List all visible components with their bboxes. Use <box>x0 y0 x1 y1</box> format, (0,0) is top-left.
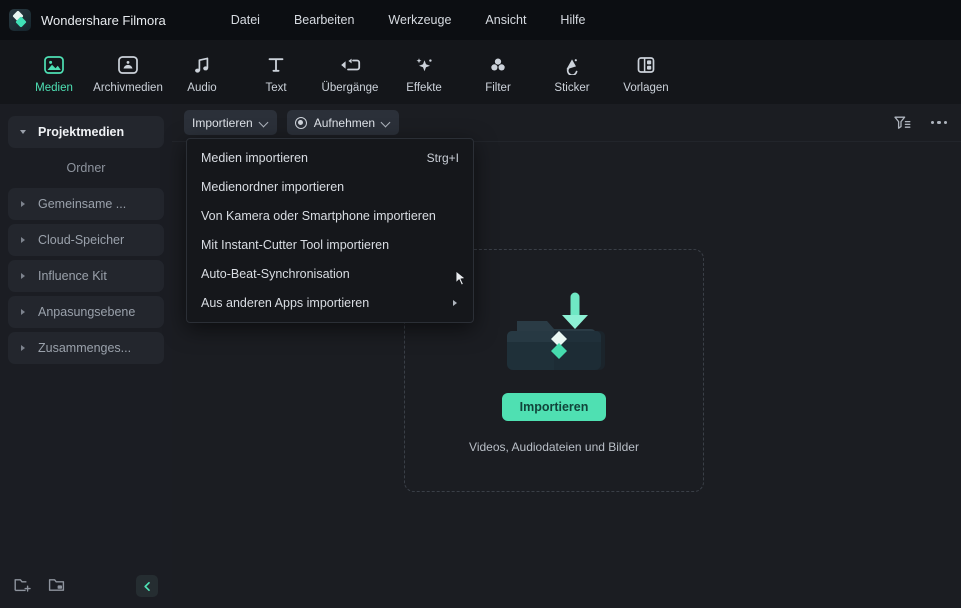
menu-item-label: Medienordner importieren <box>201 180 345 194</box>
chevron-down-icon <box>260 118 269 127</box>
media-icon <box>41 53 67 77</box>
toolbar-tab-label: Medien <box>35 82 73 94</box>
menu-item-shortcut: Strg+I <box>426 151 459 165</box>
filter-circles-icon <box>485 53 511 77</box>
toolbar-tab-label: Übergänge <box>321 82 379 94</box>
menu-ansicht[interactable]: Ansicht <box>468 9 543 31</box>
media-toolbar-right <box>893 115 947 130</box>
sidebar-item-gemeinsame[interactable]: Gemeinsame ... <box>8 188 164 220</box>
import-dropdown-menu: Medien importieren Strg+I Medienordner i… <box>186 138 474 323</box>
menu-item-medienordner-importieren[interactable]: Medienordner importieren <box>187 175 473 199</box>
app-title: Wondershare Filmora <box>41 12 166 28</box>
toolbar-tab-label: Sticker <box>554 82 590 94</box>
sidebar-item-label: Cloud-Speicher <box>38 233 125 247</box>
toolbar-tab-uebergaenge[interactable]: Übergänge <box>318 50 382 94</box>
sidebar-item-projektmedien[interactable]: Projektmedien <box>8 116 164 148</box>
menu-bearbeiten[interactable]: Bearbeiten <box>277 9 371 31</box>
sidebar-item-anpasungsebene[interactable]: Anpasungsebene <box>8 296 164 328</box>
record-dropdown-button[interactable]: Aufnehmen <box>286 110 400 135</box>
sidebar: Projektmedien Ordner Gemeinsame ... Clou… <box>0 104 172 608</box>
menu-item-medien-importieren[interactable]: Medien importieren Strg+I <box>187 146 473 170</box>
import-button-label: Importieren <box>192 115 253 130</box>
import-folder-icon <box>499 287 609 387</box>
menu-bar: Datei Bearbeiten Werkzeuge Ansicht Hilfe <box>214 9 603 31</box>
menu-item-instant-cutter[interactable]: Mit Instant-Cutter Tool importieren <box>187 233 473 257</box>
menu-item-von-kamera-importieren[interactable]: Von Kamera oder Smartphone importieren <box>187 204 473 228</box>
toolbar-tab-label: Filter <box>485 82 511 94</box>
toolbar-tab-label: Vorlagen <box>623 82 669 94</box>
media-panel-toolbar: Importieren Aufnehmen <box>172 104 961 142</box>
toolbar-tab-text[interactable]: Text <box>244 50 308 94</box>
sidebar-item-label: Gemeinsame ... <box>38 197 127 211</box>
title-bar: Wondershare Filmora Datei Bearbeiten Wer… <box>0 0 961 40</box>
toolbar-tab-label: Effekte <box>406 82 442 94</box>
filter-sort-icon[interactable] <box>893 115 911 130</box>
chevron-right-icon <box>20 236 28 244</box>
sticker-icon <box>559 53 585 77</box>
filmora-window: Wondershare Filmora Datei Bearbeiten Wer… <box>0 0 961 608</box>
chevron-right-icon <box>452 299 459 307</box>
transitions-icon <box>337 53 363 77</box>
toolbar-tab-filter[interactable]: Filter <box>466 50 530 94</box>
templates-icon <box>633 53 659 77</box>
toolbar-tab-vorlagen[interactable]: Vorlagen <box>614 50 678 94</box>
import-cta-button[interactable]: Importieren <box>501 393 607 421</box>
chevron-right-icon <box>20 308 28 316</box>
chevron-down-icon <box>20 128 28 136</box>
record-button-label: Aufnehmen <box>313 115 376 130</box>
menu-item-label: Mit Instant-Cutter Tool importieren <box>201 238 390 252</box>
toolbar-tab-label: Text <box>265 82 287 94</box>
chevron-right-icon <box>20 344 28 352</box>
toolbar-tab-sticker[interactable]: Sticker <box>540 50 604 94</box>
record-dot-icon <box>294 116 307 129</box>
body-split: Projektmedien Ordner Gemeinsame ... Clou… <box>0 104 961 608</box>
audio-note-icon <box>189 53 215 77</box>
more-options-icon[interactable] <box>930 120 947 125</box>
chevron-down-icon <box>382 118 391 127</box>
sidebar-item-zusammengesetzt[interactable]: Zusammenges... <box>8 332 164 364</box>
import-dropdown-button[interactable]: Importieren <box>184 110 277 135</box>
menu-item-label: Auto-Beat-Synchronisation <box>201 267 350 281</box>
stock-media-icon <box>115 53 141 77</box>
text-icon <box>263 53 289 77</box>
toolbar-tab-label: Audio <box>187 82 217 94</box>
sidebar-item-cloud-speicher[interactable]: Cloud-Speicher <box>8 224 164 256</box>
menu-item-auto-beat-sync[interactable]: Auto-Beat-Synchronisation <box>187 262 473 286</box>
menu-item-label: Aus anderen Apps importieren <box>201 296 370 310</box>
sidebar-item-label: Ordner <box>66 161 106 175</box>
menu-item-label: Medien importieren <box>201 151 308 165</box>
chevron-right-icon <box>20 200 28 208</box>
chevron-right-icon <box>20 272 28 280</box>
main-toolbar: Medien Archivmedien Audio Text Übergänge <box>0 40 961 104</box>
sidebar-item-influence-kit[interactable]: Influence Kit <box>8 260 164 292</box>
collapse-panel-icon[interactable] <box>136 575 158 597</box>
toolbar-tab-audio[interactable]: Audio <box>170 50 234 94</box>
effects-sparkle-icon <box>411 53 437 77</box>
menu-item-aus-anderen-apps[interactable]: Aus anderen Apps importieren <box>187 291 473 315</box>
sidebar-item-label: Zusammenges... <box>38 341 132 355</box>
sidebar-item-label: Projektmedien <box>38 125 125 139</box>
toolbar-tab-label: Archivmedien <box>93 82 163 94</box>
menu-datei[interactable]: Datei <box>214 9 277 31</box>
new-folder-icon[interactable] <box>14 577 32 595</box>
menu-hilfe[interactable]: Hilfe <box>543 9 602 31</box>
menu-werkzeuge[interactable]: Werkzeuge <box>371 9 468 31</box>
toolbar-tab-archivmedien[interactable]: Archivmedien <box>93 50 163 94</box>
toolbar-tab-medien[interactable]: Medien <box>22 50 86 94</box>
smart-folder-icon[interactable] <box>48 577 66 595</box>
sidebar-footer <box>0 564 172 608</box>
toolbar-tab-effekte[interactable]: Effekte <box>392 50 456 94</box>
sidebar-item-ordner[interactable]: Ordner <box>8 152 164 184</box>
dropzone-hint: Videos, Audiodateien und Bilder <box>469 440 639 454</box>
sidebar-item-label: Anpasungsebene <box>38 305 136 319</box>
sidebar-item-label: Influence Kit <box>38 269 107 283</box>
menu-item-label: Von Kamera oder Smartphone importieren <box>201 209 436 223</box>
filmora-logo-icon <box>9 9 31 31</box>
